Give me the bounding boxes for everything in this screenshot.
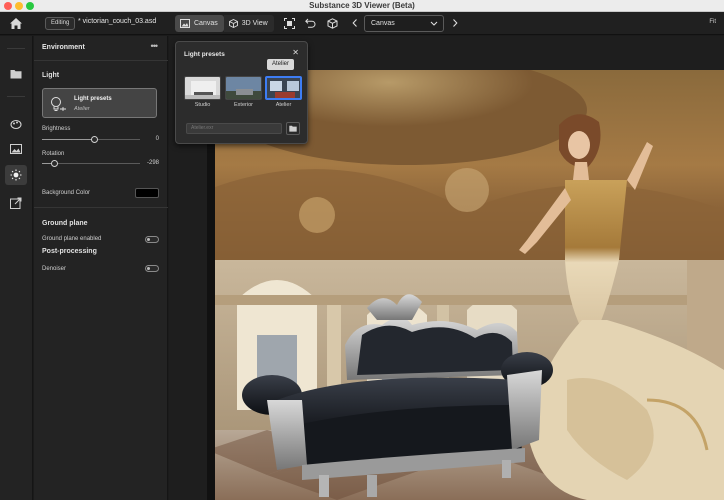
preset-exterior-thumbnail[interactable] xyxy=(225,76,262,100)
canvas-image-icon xyxy=(180,19,190,28)
denoiser-label: Denoiser xyxy=(42,266,67,272)
cube-icon xyxy=(228,19,238,28)
chevron-right-icon xyxy=(453,19,458,27)
rail-divider xyxy=(7,96,25,97)
denoiser-toggle[interactable] xyxy=(145,265,159,272)
tab-3d-view[interactable]: 3D View xyxy=(223,15,274,32)
next-button[interactable] xyxy=(448,16,462,30)
panel-divider xyxy=(34,207,168,208)
brightness-slider[interactable] xyxy=(42,136,140,143)
preset-studio-label: Studio xyxy=(194,102,211,108)
left-tool-rail xyxy=(0,36,33,500)
light-presets-value: Atelier xyxy=(74,106,90,112)
brightness-label: Brightness xyxy=(42,126,71,132)
background-color-label: Background Color xyxy=(42,190,91,196)
folder-icon xyxy=(289,125,297,132)
more-options-button[interactable]: ••• xyxy=(151,41,159,51)
image-icon xyxy=(10,144,22,154)
browse-file-button[interactable] xyxy=(286,122,300,135)
light-presets-title: Light presets xyxy=(74,96,112,102)
preset-atelier-thumbnail[interactable] xyxy=(265,76,302,100)
view-mode-toggle: Canvas 3D View xyxy=(175,15,274,32)
tab-3d-view-label: 3D View xyxy=(241,20,268,27)
brightness-slider-fill xyxy=(42,139,94,140)
ground-plane-toggle[interactable] xyxy=(145,236,159,243)
popover-title: Light presets xyxy=(184,51,225,58)
rotation-label: Rotation xyxy=(42,151,65,157)
preset-atelier-label: Atelier xyxy=(275,102,292,108)
undo-icon xyxy=(304,18,315,28)
brightness-value[interactable]: 0 xyxy=(156,136,159,142)
rail-divider xyxy=(7,48,25,49)
rail-files-button[interactable] xyxy=(5,64,27,84)
rail-environment-button[interactable] xyxy=(5,165,27,185)
ground-plane-enabled-label: Ground plane enabled xyxy=(42,236,102,242)
folder-icon xyxy=(10,70,22,79)
lightbulb-icon xyxy=(51,97,66,111)
export-icon xyxy=(10,197,22,209)
tab-canvas[interactable]: Canvas xyxy=(175,15,224,32)
panel-title: Environment xyxy=(42,44,85,51)
window-title: Substance 3D Viewer (Beta) xyxy=(309,1,415,10)
light-presets-popover: Light presets ✕ Studio Exterior Atelier … xyxy=(175,41,308,144)
rail-export-button[interactable] xyxy=(5,193,27,213)
top-toolbar: Editing * victorian_couch_03.asd Canvas … xyxy=(0,12,724,35)
paint-icon xyxy=(10,119,22,130)
atelier-tooltip: Atelier xyxy=(267,59,295,70)
canvas-select[interactable]: Canvas xyxy=(364,15,444,32)
undo-button[interactable] xyxy=(303,16,317,30)
editing-badge[interactable]: Editing xyxy=(45,17,76,30)
light-section-title: Light xyxy=(42,72,60,79)
document-filename: * victorian_couch_03.asd xyxy=(78,18,157,25)
rail-materials-button[interactable] xyxy=(5,114,27,134)
studio-preview-image xyxy=(185,77,220,99)
chevron-left-icon xyxy=(352,19,357,27)
light-presets-button[interactable]: Light presets Atelier xyxy=(42,88,157,118)
rail-images-button[interactable] xyxy=(5,139,27,159)
canvas-select-value: Canvas xyxy=(371,20,395,27)
fit-frame-icon xyxy=(283,17,295,29)
exterior-preview-image xyxy=(226,77,261,99)
background-color-swatch[interactable] xyxy=(135,188,159,198)
popover-close-button[interactable]: ✕ xyxy=(292,48,299,57)
rotation-slider[interactable] xyxy=(42,160,140,167)
ground-plane-section-title: Ground plane xyxy=(42,220,88,227)
brightness-slider-thumb[interactable] xyxy=(91,136,98,143)
atelier-preview-image xyxy=(267,78,300,98)
home-button[interactable] xyxy=(8,16,24,31)
environment-panel: Environment ••• Light Light presets Atel… xyxy=(34,36,168,500)
window-title-bar: Substance 3D Viewer (Beta) xyxy=(0,0,724,12)
object-view-button[interactable] xyxy=(325,16,339,30)
zoom-fit-label[interactable]: Fit xyxy=(709,19,716,25)
cube-icon xyxy=(327,17,337,29)
chevron-down-icon xyxy=(430,21,438,26)
panel-divider xyxy=(34,60,168,61)
home-icon xyxy=(10,18,22,29)
rotation-value[interactable]: -298 xyxy=(147,160,159,166)
preset-file-field[interactable]: Atelier.exr xyxy=(186,123,282,134)
rotation-slider-thumb[interactable] xyxy=(51,160,58,167)
tab-canvas-label: Canvas xyxy=(194,20,218,27)
sun-icon xyxy=(10,169,22,181)
post-processing-section-title: Post-processing xyxy=(42,248,97,255)
preset-studio-thumbnail[interactable] xyxy=(184,76,221,100)
fit-frame-button[interactable] xyxy=(282,16,296,30)
preset-exterior-label: Exterior xyxy=(234,102,253,108)
previous-button[interactable] xyxy=(348,16,362,30)
